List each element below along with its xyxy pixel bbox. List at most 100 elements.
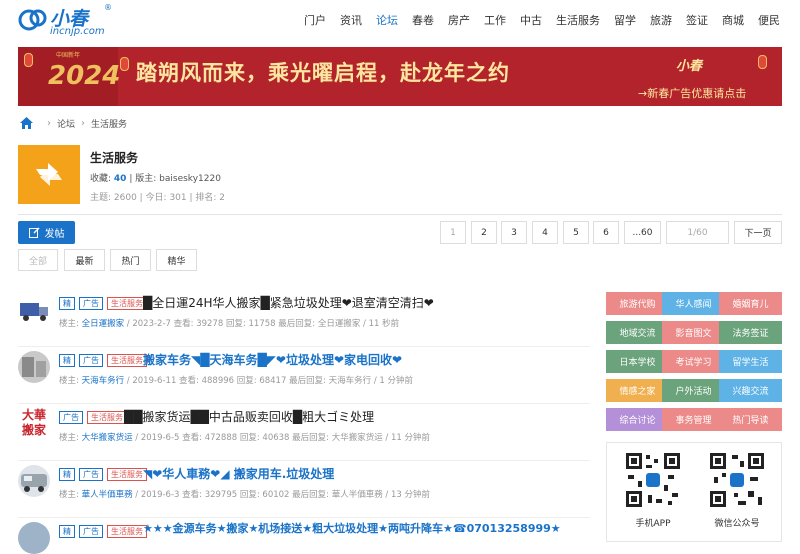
sidebar-cat[interactable]: 影音图文: [662, 321, 725, 344]
new-post-label: 发帖: [44, 229, 65, 240]
nav-mall[interactable]: 商城: [722, 12, 744, 28]
page-6[interactable]: 6: [593, 221, 619, 244]
next-page-button[interactable]: 下一页: [734, 221, 782, 244]
thread-info: 楼主: 天海车务行 / 2019-6-11 查看: 488996 回复: 684…: [59, 374, 413, 386]
nav-secondhand[interactable]: 中古: [520, 12, 542, 28]
qr-code-wechat-icon[interactable]: [708, 451, 766, 509]
author-label: 楼主:: [59, 319, 82, 329]
nav-travel[interactable]: 旅游: [650, 12, 672, 28]
thread-row[interactable]: 精 广告 生活服务 ◥❤华人車務❤◢ 搬家用车.垃圾处理 楼主: 華人半価車務 …: [18, 461, 590, 518]
lantern-icon: [758, 55, 767, 69]
page-jump-input[interactable]: 1/60: [666, 221, 729, 244]
promo-banner[interactable]: 中国新年 2024 踏朔风而来，乘光曜启程，赴龙年之约 小春 →新春广告优惠请点…: [18, 47, 782, 106]
filter-latest[interactable]: 最新: [64, 249, 105, 271]
banner-cny: 中国新年: [56, 52, 81, 59]
nav-portal[interactable]: 门户: [304, 12, 326, 28]
thread-author[interactable]: 華人半価車務: [82, 490, 133, 500]
avatar[interactable]: [18, 522, 50, 554]
thread-stats: / 2019-6-11 查看: 488996 回复: 68417 最后回复: 天…: [124, 376, 414, 386]
fav-count[interactable]: 40: [114, 174, 127, 184]
tag-category[interactable]: 生活服务: [107, 354, 147, 367]
thread-title[interactable]: ██搬家货运██中古品贩卖回收█粗大ゴミ处理: [124, 408, 374, 425]
page-1[interactable]: 1: [440, 221, 466, 244]
thread-title[interactable]: ◥❤华人車務❤◢ 搬家用车.垃圾处理: [143, 465, 334, 482]
thread-info: 楼主: 大华搬家货运 / 2019-6-5 查看: 472888 回复: 406…: [59, 431, 430, 443]
page-5[interactable]: 5: [563, 221, 589, 244]
moderator-name[interactable]: baisesky1220: [159, 174, 221, 184]
chevron-right-icon: ›: [81, 117, 86, 129]
page-2[interactable]: 2: [471, 221, 497, 244]
thread-stats: / 2023-2-7 查看: 39278 回复: 11758 最后回复: 全日運…: [124, 319, 400, 329]
page-last[interactable]: ...60: [624, 221, 661, 244]
nav-chunjuan[interactable]: 春卷: [412, 12, 434, 28]
sidebar-cat[interactable]: 华人感闻: [662, 292, 725, 315]
tag-ad: 广告: [79, 468, 103, 481]
nav-visa[interactable]: 签证: [686, 12, 708, 28]
tag-category[interactable]: 生活服务: [107, 468, 147, 481]
thread-title[interactable]: 搬家车务◥█天海车务█◤❤垃圾处理❤家电回收❤: [143, 351, 402, 368]
sidebar-cat[interactable]: 法务签证: [719, 321, 782, 344]
avatar[interactable]: [18, 351, 50, 383]
avatar[interactable]: [18, 465, 50, 497]
new-post-button[interactable]: 发帖: [18, 221, 75, 244]
page-4[interactable]: 4: [532, 221, 558, 244]
thread-info: 楼主: 華人半価車務 / 2019-6-3 查看: 329795 回复: 601…: [59, 488, 430, 500]
banner-promo-link[interactable]: →新春广告优惠请点击: [638, 85, 746, 101]
avatar[interactable]: [18, 294, 50, 326]
nav-news[interactable]: 资讯: [340, 12, 362, 28]
page-3[interactable]: 3: [501, 221, 527, 244]
sidebar-cat[interactable]: 事务管理: [662, 408, 725, 431]
sidebar-cat[interactable]: 旅游代购: [606, 292, 669, 315]
sidebar-cat[interactable]: 地域交流: [606, 321, 669, 344]
sidebar-cat[interactable]: 留学生活: [719, 350, 782, 373]
sidebar-cat[interactable]: 户外活动: [662, 379, 725, 402]
sidebar-cat[interactable]: 综合讨论: [606, 408, 669, 431]
nav-convenience[interactable]: 便民: [758, 12, 780, 28]
thread-row[interactable]: 精 广告 生活服务 搬家车务◥█天海车务█◤❤垃圾处理❤家电回收❤ 楼主: 天海…: [18, 347, 590, 404]
thread-tags: 精 广告 生活服务: [59, 525, 151, 538]
thread-author[interactable]: 大华搬家货运: [82, 433, 133, 443]
logo-mark-icon: [18, 9, 47, 31]
thread-row[interactable]: 精 广告 生活服务 █全日運24H华人搬家█紧急垃圾处理❤退室清空清扫❤ 楼主:…: [18, 290, 590, 347]
qr-code-app-icon[interactable]: [624, 451, 682, 509]
tag-category[interactable]: 生活服务: [107, 525, 147, 538]
nav-life-services[interactable]: 生活服务: [556, 12, 600, 28]
nav-realestate[interactable]: 房产: [448, 12, 470, 28]
filter-all[interactable]: 全部: [18, 249, 58, 271]
tag-digest: 精: [59, 525, 75, 538]
avatar[interactable]: 大華 搬家: [18, 408, 50, 440]
refresh-arrows-icon: [36, 163, 62, 186]
tag-category[interactable]: 生活服务: [87, 411, 127, 424]
brand-domain: incnjp.com: [50, 26, 105, 37]
forum-icon: [18, 145, 80, 204]
sidebar-cat[interactable]: 婚姻育儿: [719, 292, 782, 315]
thread-author[interactable]: 天海车务行: [82, 376, 125, 386]
edit-icon: [28, 227, 39, 238]
thread-row[interactable]: 精 广告 生活服务 ★★★金源车务★搬家★机场接送★粗大垃圾处理★两吨升降车★☎…: [18, 518, 590, 554]
thread-tags: 广告 生活服务: [59, 411, 131, 424]
nav-forum[interactable]: 论坛: [376, 12, 398, 28]
sidebar-cat[interactable]: 日本学校: [606, 350, 669, 373]
avatar-photo-icon: [18, 522, 50, 554]
thread-title[interactable]: ★★★金源车务★搬家★机场接送★粗大垃圾处理★两吨升降车★☎0701325899…: [143, 520, 561, 536]
breadcrumb-forum[interactable]: 论坛: [57, 117, 75, 130]
site-logo[interactable]: 小春 ® incnjp.com: [18, 3, 118, 38]
tag-category[interactable]: 生活服务: [107, 297, 147, 310]
tag-digest: 精: [59, 297, 75, 310]
sidebar-cat[interactable]: 情感之家: [606, 379, 669, 402]
home-icon[interactable]: [20, 117, 33, 129]
thread-author[interactable]: 全日運搬家: [82, 319, 125, 329]
sidebar-cat[interactable]: 热门导读: [719, 408, 782, 431]
breadcrumb-current[interactable]: 生活服务: [91, 117, 127, 130]
thread-row[interactable]: 大華 搬家 广告 生活服务 ██搬家货运██中古品贩卖回收█粗大ゴミ处理 楼主: …: [18, 404, 590, 461]
filter-hot[interactable]: 热门: [110, 249, 151, 271]
breadcrumb: › 论坛 › 生活服务: [20, 115, 127, 131]
site-header: 小春 ® incnjp.com 门户 资讯 论坛 春卷 房产 工作 中古 生活服…: [0, 0, 800, 42]
tag-ad: 广告: [79, 525, 103, 538]
sidebar-cat[interactable]: 考试学习: [662, 350, 725, 373]
filter-digest[interactable]: 精华: [156, 249, 197, 271]
nav-study-abroad[interactable]: 留学: [614, 12, 636, 28]
nav-jobs[interactable]: 工作: [484, 12, 506, 28]
thread-title[interactable]: █全日運24H华人搬家█紧急垃圾处理❤退室清空清扫❤: [143, 294, 434, 311]
sidebar-cat[interactable]: 兴趣交流: [719, 379, 782, 402]
